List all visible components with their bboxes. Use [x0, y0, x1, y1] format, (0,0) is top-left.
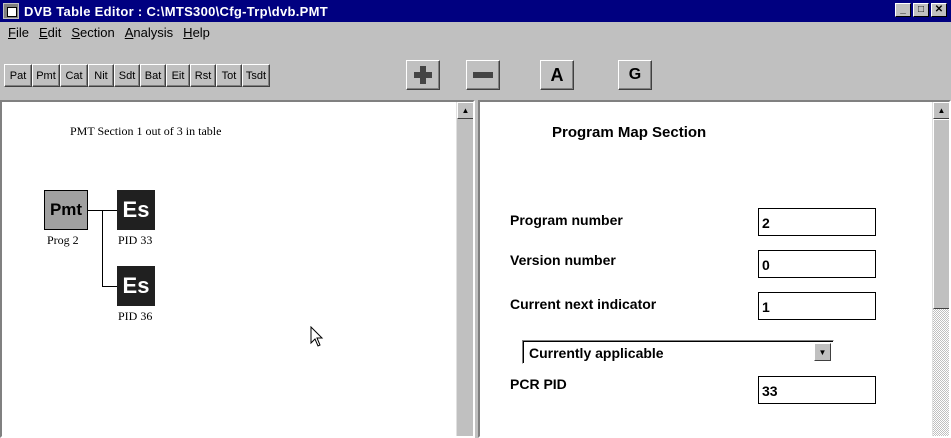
- tree-connector: [102, 210, 103, 286]
- bat-table-button[interactable]: Bat: [140, 64, 166, 87]
- mouse-cursor-icon: [310, 326, 324, 347]
- scroll-up-arrow-icon[interactable]: ▲: [933, 102, 949, 119]
- pat-table-button[interactable]: Pat: [4, 64, 32, 87]
- add-button[interactable]: [406, 60, 440, 90]
- section-details-pane: Program Map Section Program number 2 Ver…: [478, 100, 951, 438]
- pmt-table-button[interactable]: Pmt: [32, 64, 60, 87]
- scroll-thumb[interactable]: [933, 119, 949, 309]
- applicability-value: Currently applicable: [529, 345, 664, 361]
- app-icon[interactable]: [3, 3, 19, 19]
- title-bar[interactable]: DVB Table Editor : C:\MTS300\Cfg-Trp\dvb…: [0, 0, 951, 22]
- chevron-down-icon[interactable]: ▼: [814, 343, 831, 361]
- current-next-indicator-label: Current next indicator: [510, 296, 657, 312]
- tot-table-button[interactable]: Tot: [216, 64, 242, 87]
- right-scrollbar[interactable]: ▲: [932, 102, 949, 436]
- scroll-track[interactable]: [933, 309, 949, 436]
- left-scrollbar[interactable]: ▲: [456, 102, 473, 436]
- minus-icon: [473, 72, 493, 78]
- menu-section[interactable]: Section: [66, 25, 119, 40]
- version-number-field[interactable]: 0: [758, 250, 876, 278]
- menu-analysis[interactable]: Analysis: [120, 25, 178, 40]
- nit-table-button[interactable]: Nit: [88, 64, 114, 87]
- scroll-up-arrow-icon[interactable]: ▲: [457, 102, 473, 119]
- rst-table-button[interactable]: Rst: [190, 64, 216, 87]
- pcr-pid-label: PCR PID: [510, 376, 567, 392]
- form-title: Program Map Section: [552, 124, 707, 141]
- close-button[interactable]: ✕: [931, 3, 947, 17]
- es-node[interactable]: Es: [117, 190, 155, 230]
- es-node-pid: PID 36: [118, 309, 153, 323]
- window-title: DVB Table Editor : C:\MTS300\Cfg-Trp\dvb…: [24, 3, 329, 19]
- sdt-table-button[interactable]: Sdt: [114, 64, 140, 87]
- menu-help[interactable]: Help: [178, 25, 215, 40]
- current-next-indicator-field[interactable]: 1: [758, 292, 876, 320]
- program-number-field[interactable]: 2: [758, 208, 876, 236]
- pcr-pid-field[interactable]: 33: [758, 376, 876, 404]
- cat-table-button[interactable]: Cat: [60, 64, 88, 87]
- toolbar: Pat Pmt Cat Nit Sdt Bat Eit Rst Tot Tsdt…: [0, 42, 951, 98]
- section-caption: PMT Section 1 out of 3 in table: [70, 124, 222, 138]
- maximize-button[interactable]: □: [913, 3, 929, 17]
- plus-icon: [414, 66, 432, 84]
- tree-connector: [102, 286, 117, 287]
- version-number-label: Version number: [510, 252, 616, 268]
- menu-edit[interactable]: Edit: [34, 25, 66, 40]
- table-tree-pane[interactable]: PMT Section 1 out of 3 in table Pmt Prog…: [0, 100, 475, 438]
- minimize-button[interactable]: _: [895, 3, 911, 17]
- eit-table-button[interactable]: Eit: [166, 64, 190, 87]
- program-number-label: Program number: [510, 212, 623, 228]
- es-node-pid: PID 33: [118, 233, 153, 247]
- menu-bar: File Edit Section Analysis Help: [0, 22, 951, 42]
- g-button[interactable]: G: [618, 60, 652, 90]
- tsdt-table-button[interactable]: Tsdt: [242, 64, 270, 87]
- window-controls: _ □ ✕: [895, 3, 947, 17]
- remove-button[interactable]: [466, 60, 500, 90]
- pmt-node[interactable]: Pmt: [44, 190, 88, 230]
- pmt-node-program: Prog 2: [47, 233, 79, 247]
- applicability-select[interactable]: Currently applicable ▼: [522, 340, 834, 364]
- menu-file[interactable]: File: [3, 25, 34, 40]
- es-node[interactable]: Es: [117, 266, 155, 306]
- a-button[interactable]: A: [540, 60, 574, 90]
